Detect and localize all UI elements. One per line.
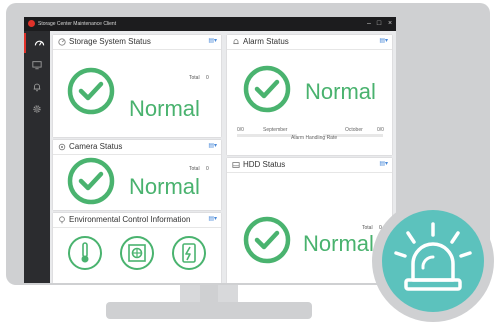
month-label-right: October bbox=[345, 127, 363, 133]
monitor-stand-base bbox=[106, 302, 312, 319]
app-logo-icon bbox=[28, 20, 35, 27]
sidebar-item-dashboard[interactable] bbox=[24, 33, 50, 53]
monitor-stand-neck bbox=[180, 285, 238, 303]
minimize-button[interactable]: – bbox=[364, 18, 374, 30]
panel-title: Environmental Control Information bbox=[69, 215, 191, 224]
power-icon bbox=[172, 236, 206, 270]
bell-icon bbox=[233, 39, 239, 45]
gear-icon bbox=[33, 105, 41, 113]
sidebar bbox=[24, 31, 50, 283]
app-title: Storage Center Maintenance Client bbox=[38, 21, 117, 27]
bell-icon bbox=[33, 83, 41, 92]
close-button[interactable]: × bbox=[385, 18, 395, 30]
environmental-control-panel: Environmental Control Information ▤▾ bbox=[53, 213, 221, 283]
sidebar-item-monitor[interactable] bbox=[24, 55, 50, 75]
title-bar: Storage Center Maintenance Client – □ × bbox=[24, 17, 396, 31]
storage-icon bbox=[58, 38, 66, 46]
alarm-count-right: 0/0 bbox=[377, 127, 384, 133]
storage-system-panel: Storage System Status ▤▾ Total 0 Normal bbox=[53, 35, 221, 137]
export-menu-icon[interactable]: ▤▾ bbox=[379, 37, 388, 44]
bulb-icon bbox=[59, 216, 65, 224]
panel-title: Alarm Status bbox=[243, 37, 289, 46]
sidebar-item-settings[interactable] bbox=[24, 99, 50, 119]
export-menu-icon[interactable]: ▤▾ bbox=[208, 215, 217, 222]
alarm-status-panel: Alarm Status ▤▾ Normal 0/0 September Oct… bbox=[227, 35, 392, 155]
panel-header: Camera Status ▤▾ bbox=[53, 140, 221, 155]
hdd-status-panel: HDD Status ▤▾ Total 0 Normal bbox=[227, 158, 392, 283]
camera-status-panel: Camera Status ▤▾ Total 0 Normal bbox=[53, 140, 221, 210]
export-menu-icon[interactable]: ▤▾ bbox=[379, 160, 388, 167]
total-value: 0 bbox=[206, 166, 209, 172]
export-menu-icon[interactable]: ▤▾ bbox=[208, 142, 217, 149]
siren-icon bbox=[394, 222, 472, 291]
panel-title: Storage System Status bbox=[69, 37, 151, 46]
check-circle-icon bbox=[243, 65, 291, 113]
check-circle-icon bbox=[67, 67, 115, 115]
panel-header: Storage System Status ▤▾ bbox=[53, 35, 221, 50]
dashboard-icon bbox=[34, 40, 45, 46]
fan-icon bbox=[120, 236, 154, 270]
thermometer-icon bbox=[68, 236, 102, 270]
alarm-rate-bar-left bbox=[237, 134, 297, 137]
maximize-button[interactable]: □ bbox=[374, 18, 384, 30]
panel-title: Camera Status bbox=[69, 142, 123, 151]
total-label: Total bbox=[189, 166, 200, 172]
alarm-count-left: 0/0 bbox=[237, 127, 244, 133]
status-text: Normal bbox=[129, 96, 200, 121]
panel-header: Environmental Control Information ▤▾ bbox=[53, 213, 221, 228]
check-circle-icon bbox=[243, 216, 291, 264]
total-value: 0 bbox=[206, 75, 209, 81]
export-menu-icon[interactable]: ▤▾ bbox=[208, 37, 217, 44]
total-label: Total bbox=[189, 75, 200, 81]
camera-icon bbox=[58, 143, 66, 151]
panel-header: HDD Status ▤▾ bbox=[227, 158, 392, 173]
app-window: Storage Center Maintenance Client – □ × bbox=[24, 17, 396, 283]
status-text: Normal bbox=[305, 79, 376, 104]
sidebar-item-alarm[interactable] bbox=[24, 77, 50, 97]
panel-header: Alarm Status ▤▾ bbox=[227, 35, 392, 50]
hdd-icon bbox=[232, 162, 240, 168]
panel-title: HDD Status bbox=[243, 160, 286, 169]
alarm-handling-label: Alarm Handling Rate bbox=[291, 135, 338, 141]
check-circle-icon bbox=[67, 157, 115, 205]
monitor-icon bbox=[32, 61, 42, 70]
status-text: Normal bbox=[303, 231, 374, 256]
status-text: Normal bbox=[129, 174, 200, 199]
month-label-left: September bbox=[263, 127, 288, 133]
